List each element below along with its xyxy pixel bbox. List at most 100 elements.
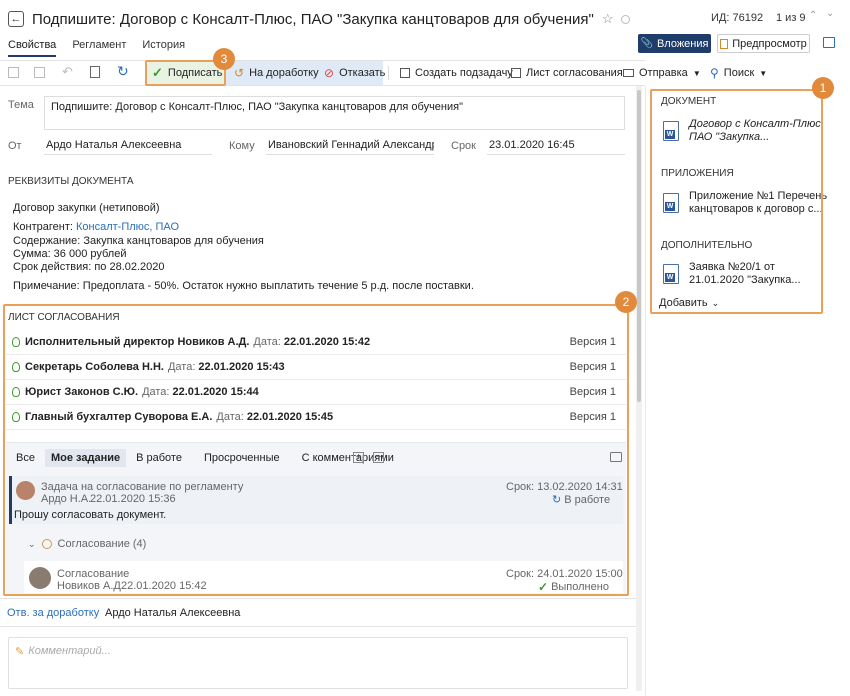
- approved-icon: [12, 387, 20, 397]
- filter-my-task[interactable]: Мое задание: [44, 449, 127, 467]
- responsible-label[interactable]: Отв. за доработку: [7, 607, 99, 619]
- task-date: 22.01.2020 15:36: [90, 493, 176, 505]
- attachment-item[interactable]: Приложение №1 Перечень канцтоваров к дог…: [663, 190, 827, 216]
- section-divider: [0, 626, 636, 627]
- refresh-icon[interactable]: ↻: [117, 63, 129, 80]
- reject-button[interactable]: ⊘ Отказать: [318, 62, 391, 84]
- chevron-down-icon[interactable]: ⌄: [826, 8, 834, 19]
- chevron-down-icon: ▼: [692, 68, 701, 78]
- from-field[interactable]: Ардо Наталья Алексеевна: [44, 137, 212, 155]
- word-document-icon: [663, 264, 679, 284]
- theme-field[interactable]: Подпишите: Договор с Консалт-Плюс, ПАО "…: [44, 96, 625, 130]
- clock-icon: [41, 539, 52, 549]
- extra-section-title: ДОПОЛНИТЕЛЬНО: [661, 240, 753, 251]
- collapse-all-icon[interactable]: −: [373, 452, 384, 463]
- task-status: ↻ В работе: [552, 493, 611, 507]
- open-window-icon[interactable]: [823, 37, 835, 48]
- tab-properties[interactable]: Свойства: [8, 39, 57, 57]
- copy-icon[interactable]: [90, 66, 100, 78]
- subtask-deadline: Срок: 24.01.2020 15:00: [506, 568, 623, 580]
- to-field[interactable]: Ивановский Геннадий Александрович: [266, 137, 434, 155]
- approved-icon: [12, 412, 20, 422]
- send-button[interactable]: Отправка ▼: [617, 62, 707, 84]
- validity-text: Срок действия: по 28.02.2020: [13, 261, 165, 273]
- filter-overdue[interactable]: Просроченные: [198, 449, 286, 467]
- preview-button[interactable]: Предпросмотр: [717, 34, 810, 53]
- save-icon[interactable]: [8, 67, 19, 78]
- filter-all[interactable]: Все: [10, 449, 41, 467]
- checkmark-icon: ✓: [152, 65, 163, 80]
- approval-row[interactable]: Главный бухгалтер Суворова Е.А. Дата: 22…: [6, 405, 626, 430]
- tab-regulations[interactable]: Регламент: [72, 39, 126, 57]
- preview-icon: [720, 38, 729, 49]
- theme-label: Тема: [8, 99, 34, 111]
- filter-bar: Все Мое задание В работе Просроченные С …: [10, 449, 400, 467]
- approval-row[interactable]: Секретарь Соболева Н.Н. Дата: 22.01.2020…: [6, 355, 626, 380]
- subtask-title: Согласование: [57, 568, 130, 580]
- pencil-icon: ✎: [15, 646, 25, 658]
- sign-button[interactable]: ✓ Подписать: [146, 62, 224, 84]
- callout-1: 1: [812, 77, 834, 99]
- toolbar-divider: [388, 66, 389, 80]
- task-title: Задача на согласование по регламенту: [41, 481, 244, 493]
- page-title: Подпишите: Договор с Консалт-Плюс, ПАО "…: [32, 10, 594, 28]
- content-text: Содержание: Закупка канцтоваров для обуч…: [13, 235, 264, 247]
- task-message: Прошу согласовать документ.: [14, 509, 167, 521]
- chevron-down-icon: ▼: [759, 68, 768, 78]
- right-sidebar-divider: [645, 86, 646, 696]
- tab-history[interactable]: История: [142, 39, 185, 57]
- from-label: От: [8, 140, 22, 152]
- extra-item[interactable]: Заявка №20/1 от 21.01.2020 "Закупка...: [663, 261, 801, 287]
- in-progress-icon: ↻: [552, 494, 562, 506]
- pager-label: 1 из 9: [776, 12, 806, 24]
- approval-list-button[interactable]: Лист согласования: [505, 62, 629, 84]
- attachments-button[interactable]: 📎 Вложения: [638, 34, 711, 53]
- subtask-date: 22.01.2020 15:42: [121, 580, 207, 592]
- approved-icon: [12, 337, 20, 347]
- send-icon: [623, 69, 634, 77]
- save-as-icon[interactable]: [34, 67, 45, 78]
- callout-3: 3: [213, 48, 235, 70]
- sum-text: Сумма: 36 000 рублей: [13, 248, 127, 260]
- back-icon[interactable]: ←: [8, 11, 24, 27]
- undo-icon[interactable]: ↶: [62, 64, 73, 80]
- revise-button[interactable]: ↺ На доработку: [228, 62, 325, 84]
- filter-with-comments[interactable]: С комментариями: [296, 449, 400, 467]
- scrollbar-thumb[interactable]: [637, 90, 641, 402]
- paperclip-icon: 📎: [640, 38, 653, 49]
- word-document-icon: [663, 193, 679, 213]
- to-label: Кому: [229, 140, 255, 152]
- add-button[interactable]: Добавить ⌄: [659, 297, 719, 309]
- term-label: Срок: [451, 140, 476, 152]
- document-section-title: ДОКУМЕНТ: [661, 96, 717, 107]
- filter-in-progress[interactable]: В работе: [130, 449, 188, 467]
- search-icon: ⚲: [710, 66, 719, 80]
- chevron-up-icon[interactable]: ⌃: [809, 10, 817, 21]
- task-author: Ардо Н.А.: [41, 493, 92, 505]
- avatar: [16, 481, 35, 500]
- search-button[interactable]: ⚲ Поиск ▼: [704, 62, 773, 84]
- approval-title: ЛИСТ СОГЛАСОВАНИЯ: [8, 312, 120, 323]
- print-icon[interactable]: [610, 452, 622, 462]
- return-icon: ↺: [234, 66, 245, 80]
- responsible-value: Ардо Наталья Алексеевна: [105, 607, 241, 619]
- star-icon[interactable]: ☆: [602, 11, 614, 27]
- counterparty-link[interactable]: Консалт-Плюс, ПАО: [76, 221, 179, 233]
- circle-icon[interactable]: [621, 14, 631, 24]
- expand-all-icon[interactable]: +: [353, 452, 364, 463]
- checkmark-icon: ✓: [538, 580, 549, 594]
- attachments-section-title: ПРИЛОЖЕНИЯ: [661, 168, 734, 179]
- forbidden-icon: ⊘: [324, 66, 335, 80]
- term-field[interactable]: 23.01.2020 16:45: [487, 137, 625, 155]
- approval-row[interactable]: Юрист Законов С.Ю. Дата: 22.01.2020 15:4…: [6, 380, 626, 405]
- counterparty-row: Контрагент: Консалт-Плюс, ПАО: [13, 221, 179, 233]
- avatar: [29, 567, 51, 589]
- create-subtask-button[interactable]: Создать подзадачу: [394, 62, 519, 84]
- comment-input[interactable]: ✎ Комментарий...: [8, 637, 628, 689]
- list-icon: [511, 68, 521, 78]
- section-divider: [0, 598, 636, 599]
- approval-group-header[interactable]: ⌄ Согласование (4): [28, 538, 146, 550]
- subtask-status: ✓ Выполнено: [538, 580, 609, 594]
- document-item[interactable]: Договор с Консалт-Плюс, ПАО "Закупка...: [663, 118, 824, 144]
- approval-row[interactable]: Исполнительный директор Новиков А.Д. Дат…: [6, 330, 626, 355]
